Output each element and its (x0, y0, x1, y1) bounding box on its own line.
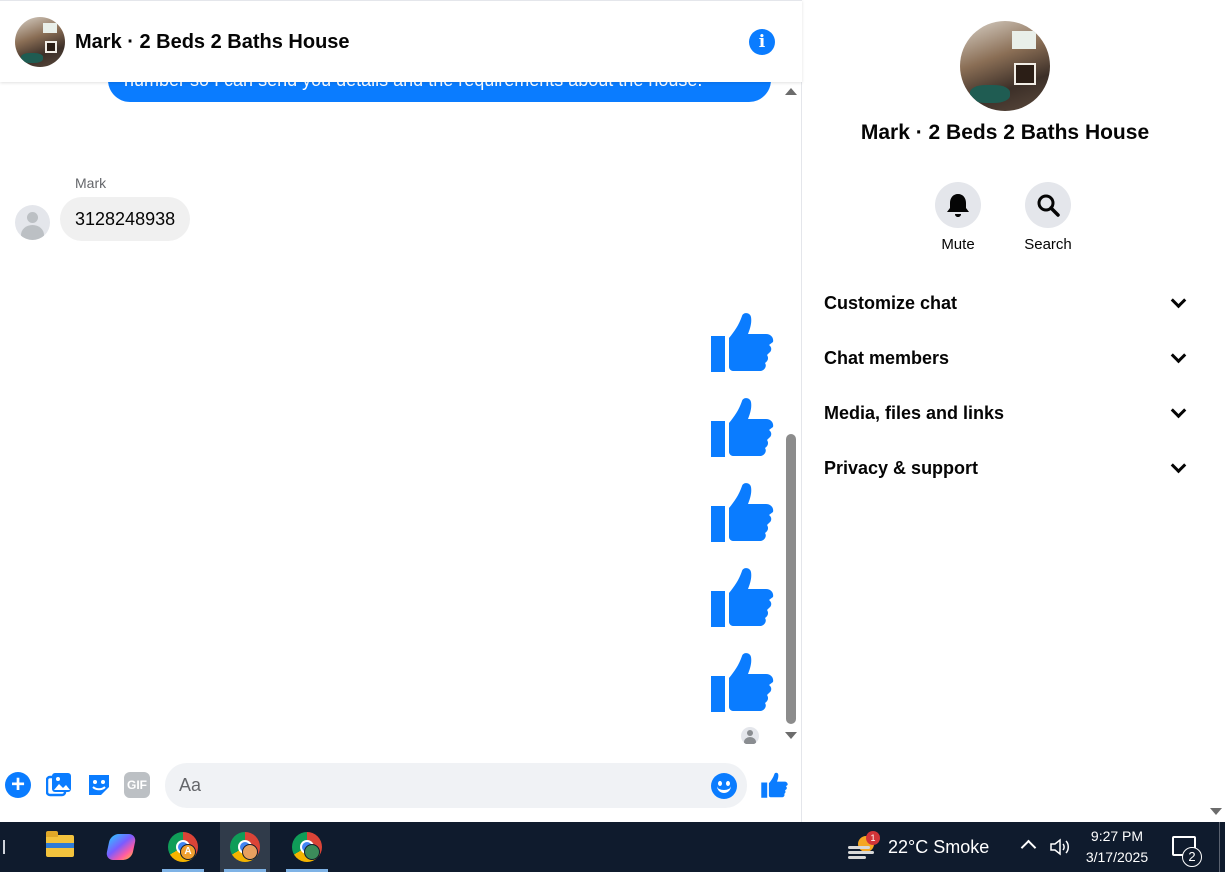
thumbs-up-icon[interactable] (708, 566, 774, 628)
info-icon[interactable]: i (749, 29, 775, 55)
section-label: Chat members (824, 348, 950, 368)
gif-icon[interactable]: GIF (124, 772, 150, 798)
profile-badge: A (180, 844, 196, 860)
taskbar: A 1 22°C Smoke 9:27 PM 3/17/2025 2 (0, 822, 1225, 872)
details-title: Mark · 2 Beds 2 Baths House (860, 121, 1150, 144)
page-scrollbar[interactable] (1207, 0, 1225, 822)
start-edge[interactable] (3, 840, 5, 854)
mute-label: Mute (941, 236, 975, 253)
outgoing-message[interactable]: number so I can send you details and the… (108, 82, 771, 102)
clock[interactable]: 9:27 PM 3/17/2025 (1078, 826, 1156, 868)
section-label: Privacy & support (824, 458, 979, 478)
chevron-down-icon (1170, 347, 1187, 364)
search-button[interactable]: Search (1003, 182, 1093, 253)
message-list: number so I can send you details and the… (0, 82, 782, 744)
media-files-links-section[interactable]: Media, files and links (824, 393, 1188, 433)
attach-photo-icon[interactable] (46, 772, 72, 798)
mute-button[interactable]: Mute (913, 182, 1003, 253)
speaker-icon[interactable] (1049, 838, 1071, 856)
chevron-up-icon[interactable] (1020, 839, 1037, 856)
plus-icon[interactable]: + (5, 772, 31, 798)
thumbs-up-icon[interactable] (708, 311, 774, 373)
chat-avatar[interactable] (15, 17, 65, 67)
clock-time: 9:27 PM (1090, 828, 1144, 844)
chevron-down-icon (1170, 402, 1187, 419)
section-label: Media, files and links (824, 403, 1005, 423)
thumbs-up-icon[interactable] (708, 651, 774, 713)
show-desktop-button[interactable] (1219, 822, 1225, 872)
bell-icon (947, 194, 969, 217)
thumbs-up-icon[interactable] (708, 396, 774, 458)
outgoing-message-text: number so I can send you details and the… (124, 82, 702, 91)
messenger-window: Mark · 2 Beds 2 Baths House i number so … (0, 0, 1225, 822)
details-avatar[interactable] (960, 21, 1050, 111)
weather-alert-badge: 1 (866, 831, 880, 845)
chevron-down-icon (1170, 457, 1187, 474)
thumbs-up-icon[interactable] (708, 481, 774, 543)
profile-avatar-icon (242, 844, 258, 860)
chat-details-panel: Mark · 2 Beds 2 Baths House Mute Search … (803, 0, 1207, 822)
composer: + GIF (0, 752, 802, 822)
chat-pane: Mark · 2 Beds 2 Baths House i number so … (0, 0, 802, 822)
search-icon (1037, 194, 1060, 217)
chat-members-section[interactable]: Chat members (824, 338, 1188, 378)
seen-receipt-avatar (741, 727, 759, 744)
chevron-down-icon (1170, 292, 1187, 309)
folder-icon (46, 831, 74, 857)
scroll-up-arrow-icon[interactable] (785, 88, 797, 95)
clock-date: 3/17/2025 (1085, 849, 1149, 865)
copilot-icon (105, 834, 137, 860)
emoji-icon[interactable] (711, 773, 737, 799)
send-like-icon[interactable] (760, 771, 788, 799)
copilot-app[interactable] (96, 822, 146, 872)
search-label: Search (1024, 236, 1072, 253)
sender-name: Mark (75, 175, 107, 191)
chat-title[interactable]: Mark · 2 Beds 2 Baths House (75, 31, 350, 54)
incoming-message[interactable]: 3128248938 (60, 197, 191, 241)
scroll-thumb[interactable] (786, 434, 796, 724)
chat-header: Mark · 2 Beds 2 Baths House i (0, 0, 802, 82)
message-input[interactable] (165, 763, 747, 808)
chrome-app-profile-c[interactable] (282, 822, 332, 872)
customize-chat-section[interactable]: Customize chat (824, 283, 1188, 323)
sticker-icon[interactable] (86, 772, 112, 798)
notification-count-badge: 2 (1182, 847, 1202, 867)
scroll-down-arrow-icon[interactable] (1210, 808, 1222, 815)
profile-avatar-icon (304, 844, 320, 860)
chrome-app-profile-a[interactable]: A (158, 822, 208, 872)
privacy-support-section[interactable]: Privacy & support (824, 448, 1188, 488)
scroll-down-arrow-icon[interactable] (785, 732, 797, 739)
chrome-app-profile-b[interactable] (220, 822, 270, 872)
sender-avatar[interactable] (15, 205, 50, 240)
file-explorer-app[interactable] (34, 822, 84, 872)
section-label: Customize chat (824, 293, 958, 313)
weather-text[interactable]: 22°C Smoke (888, 837, 989, 858)
message-scrollbar[interactable] (783, 82, 799, 744)
